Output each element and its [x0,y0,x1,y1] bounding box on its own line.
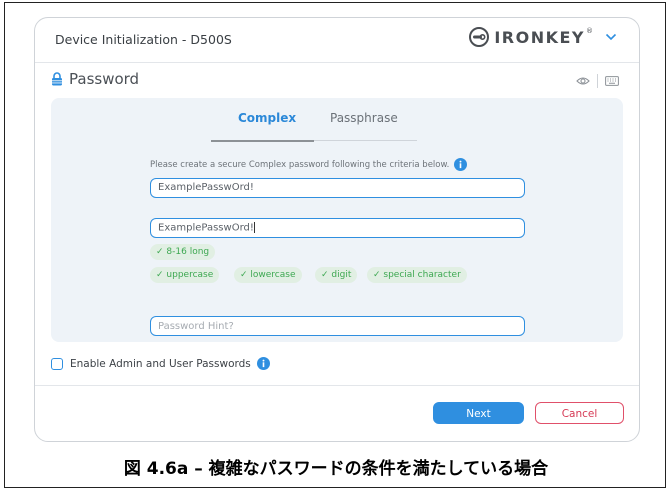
next-button[interactable]: Next [433,402,524,424]
password-value: ExamplePasswOrd! [158,182,254,193]
info-icon[interactable] [454,158,468,171]
enable-admin-checkbox[interactable] [51,357,63,370]
enable-admin-label[interactable]: Enable Admin and User Passwords [70,358,251,370]
chevron-down-icon[interactable] [605,33,617,41]
criteria-digit: ✓ digit [315,267,358,283]
window-title: Device Initialization - D500S [55,32,232,47]
tab-passphrase[interactable]: Passphrase [330,111,398,125]
tab-complex[interactable]: Complex [238,111,296,125]
password-header: Password [51,70,139,88]
instruction-text: Please create a secure Complex password … [150,159,450,170]
password-hint-input[interactable] [150,316,525,336]
instruction: Please create a secure Complex password … [150,158,468,171]
cancel-button[interactable]: Cancel [535,402,624,424]
figure-caption: 図 4.6a – 複雑なパスワードの条件を満たしている場合 [123,459,549,479]
confirm-password-value: ExamplePasswOrd! [158,222,254,234]
tab-active-indicator [211,140,314,142]
criteria-lowercase: ✓ lowercase [234,267,302,283]
brand-name: IRONKEY [494,27,585,47]
password-input[interactable]: ExamplePasswOrd! [150,178,525,198]
footer-divider [35,385,639,386]
title-bar: Device Initialization - D500S IRONKEY ® [35,18,639,63]
criteria-uppercase: ✓ uppercase [150,267,220,283]
password-panel: Complex Passphrase Please create a secur… [51,98,623,342]
device-init-window: Device Initialization - D500S IRONKEY ® … [34,17,640,442]
tab-divider [314,140,417,141]
confirm-password-input[interactable]: ExamplePasswOrd! [150,218,525,238]
ironkey-logo-icon [469,27,490,47]
icon-divider [597,74,598,88]
info-icon[interactable] [256,357,270,370]
tab-bar: Complex Passphrase [51,111,623,135]
brand-registered-mark: ® [586,27,593,35]
criteria-special-character: ✓ special character [367,267,467,283]
header-icons [576,74,619,88]
eye-icon[interactable] [576,76,590,86]
page-title: Password [69,70,140,88]
admin-option-row: Enable Admin and User Passwords [51,357,270,370]
lock-icon [52,72,62,86]
text-cursor [253,222,255,233]
keyboard-icon[interactable] [605,76,619,86]
brand: IRONKEY ® [468,26,617,48]
criteria-length: ✓ 8-16 long [150,244,216,260]
